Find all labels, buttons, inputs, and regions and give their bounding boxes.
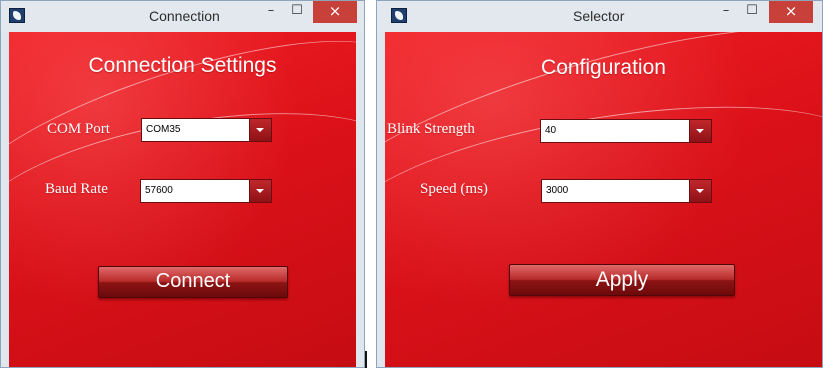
blink-strength-label: Blink Strength [387,121,475,137]
minimize-button[interactable]: – [713,1,739,23]
selector-client-area: Configuration Blink Strength 40 Speed (m… [385,32,822,367]
connection-window: Connection – ☐ × Connection Settings COM… [0,0,365,368]
apply-button[interactable]: Apply [509,264,735,296]
baud-rate-dropdown[interactable]: 57600 [140,179,272,203]
connect-button[interactable]: Connect [98,266,288,298]
app-logo-icon[interactable] [391,8,407,23]
connection-client-area: Connection Settings COM Port COM35 Baud … [9,32,356,367]
close-button[interactable]: × [313,1,357,23]
chevron-down-icon[interactable] [249,180,271,202]
close-button[interactable]: × [769,1,813,23]
connection-titlebar[interactable]: Connection – ☐ × [1,1,364,32]
connection-window-title: Connection [149,8,220,24]
app-logo-icon[interactable] [9,8,25,23]
chevron-down-icon[interactable] [689,180,711,202]
selector-titlebar[interactable]: Selector – ☐ × [377,1,822,32]
com-port-label: COM Port [47,121,110,137]
speed-dropdown[interactable]: 3000 [541,179,712,203]
maximize-button[interactable]: ☐ [284,1,310,23]
speed-value: 3000 [546,185,569,196]
blink-strength-value: 40 [545,125,557,136]
chevron-down-icon[interactable] [249,119,271,141]
blink-strength-dropdown[interactable]: 40 [540,119,712,143]
maximize-button[interactable]: ☐ [739,1,765,23]
baud-rate-label: Baud Rate [45,181,108,197]
com-port-value: COM35 [146,124,181,135]
chevron-down-icon[interactable] [689,120,711,142]
selector-window-title: Selector [573,8,625,24]
selector-window: Selector – ☐ × Configuration Blink Stren… [376,0,823,368]
com-port-dropdown[interactable]: COM35 [141,118,272,142]
speed-label: Speed (ms) [420,181,488,197]
selector-heading: Configuration [541,56,666,79]
baud-rate-value: 57600 [145,185,173,196]
connection-heading: Connection Settings [88,54,277,77]
minimize-button[interactable]: – [258,1,284,23]
window-gap-divider [365,351,367,368]
